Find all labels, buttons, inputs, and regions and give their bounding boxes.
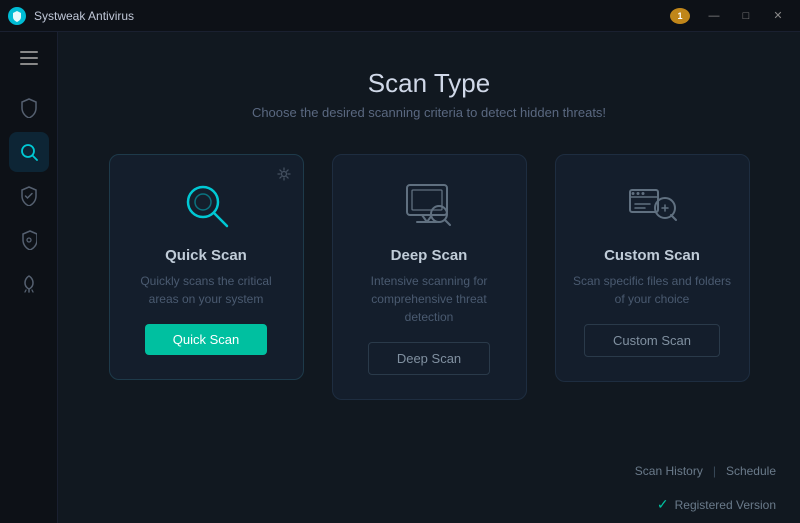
quick-scan-title: Quick Scan	[165, 247, 247, 264]
title-bar-left: Systweak Antivirus	[8, 7, 134, 25]
deep-scan-card: Deep Scan Intensive scanning for compreh…	[332, 154, 527, 400]
content-footer: Scan History | Schedule	[58, 452, 800, 490]
registered-check-icon: ✓	[657, 496, 669, 513]
minimize-button[interactable]: —	[700, 6, 728, 26]
main-layout: Scan Type Choose the desired scanning cr…	[0, 32, 800, 523]
page-title: Scan Type	[78, 68, 780, 99]
app-title: Systweak Antivirus	[34, 9, 134, 23]
deep-scan-title: Deep Scan	[391, 247, 468, 264]
close-button[interactable]: ✕	[764, 6, 792, 26]
custom-scan-desc: Scan specific files and folders of your …	[572, 272, 733, 308]
scan-cards-container: Quick Scan Quickly scans the critical ar…	[58, 144, 800, 452]
sidebar-hamburger[interactable]	[11, 40, 47, 76]
hamburger-icon	[20, 51, 38, 65]
page-subtitle: Choose the desired scanning criteria to …	[78, 105, 780, 120]
scan-history-link[interactable]: Scan History	[635, 464, 703, 478]
quick-scan-button[interactable]: Quick Scan	[145, 324, 267, 355]
quick-scan-icon	[176, 175, 236, 235]
custom-scan-card: Custom Scan Scan specific files and fold…	[555, 154, 750, 382]
notification-badge[interactable]: 1	[670, 8, 690, 24]
registered-text: Registered Version	[675, 498, 776, 512]
app-logo	[8, 7, 26, 25]
sidebar-item-check[interactable]	[9, 176, 49, 216]
deep-scan-icon	[399, 175, 459, 235]
footer-separator: |	[713, 464, 716, 478]
maximize-button[interactable]: □	[732, 6, 760, 26]
quick-scan-card: Quick Scan Quickly scans the critical ar…	[109, 154, 304, 380]
deep-scan-desc: Intensive scanning for comprehensive thr…	[349, 272, 510, 326]
sidebar-item-boost[interactable]	[9, 264, 49, 304]
content-area: Scan Type Choose the desired scanning cr…	[58, 32, 800, 523]
page-header: Scan Type Choose the desired scanning cr…	[58, 32, 800, 144]
sidebar	[0, 32, 58, 523]
sidebar-item-protection[interactable]	[9, 88, 49, 128]
deep-scan-button[interactable]: Deep Scan	[368, 342, 490, 375]
title-bar: Systweak Antivirus 1 — □ ✕	[0, 0, 800, 32]
custom-scan-button[interactable]: Custom Scan	[584, 324, 720, 357]
sidebar-item-scan[interactable]	[9, 132, 49, 172]
registered-row: ✓ Registered Version	[58, 490, 800, 523]
custom-scan-icon	[622, 175, 682, 235]
quick-scan-settings-icon[interactable]	[277, 167, 291, 181]
custom-scan-title: Custom Scan	[604, 247, 700, 264]
sidebar-item-vpn[interactable]	[9, 220, 49, 260]
window-controls: 1 — □ ✕	[670, 6, 792, 26]
quick-scan-desc: Quickly scans the critical areas on your…	[126, 272, 287, 308]
schedule-link[interactable]: Schedule	[726, 464, 776, 478]
